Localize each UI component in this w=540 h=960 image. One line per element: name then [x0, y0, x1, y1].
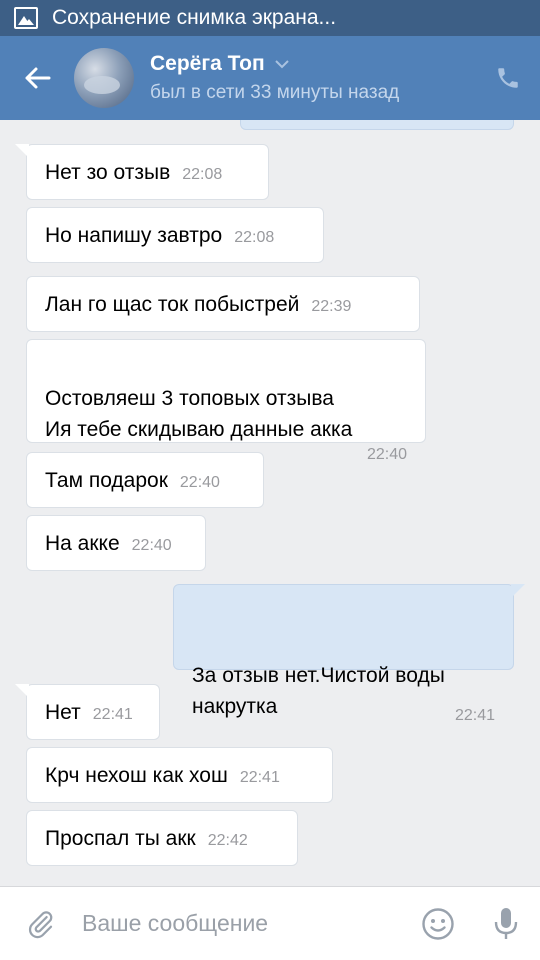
screenshot-image-icon: [14, 7, 38, 29]
message-text: Нет зо отзыв: [45, 161, 171, 184]
message-bubble-partial: [240, 120, 514, 130]
message-text: Остовляеш 3 топовых отзыва Ия тебе скиды…: [45, 387, 353, 441]
chevron-down-icon: [274, 59, 289, 68]
message-bubble[interactable]: Лан го щас ток побыстрей 22:39: [26, 276, 420, 332]
message-time: 22:08: [234, 229, 275, 246]
message-text: Лан го щас ток побыстрей: [45, 293, 300, 316]
message-text: На акке: [45, 532, 120, 555]
chat-title-area[interactable]: Серёга Топ был в сети 33 минуты назад: [150, 52, 476, 104]
message-time: 22:40: [131, 537, 172, 554]
phone-icon: [498, 68, 518, 88]
microphone-button[interactable]: [472, 887, 540, 960]
message-time: 22:08: [182, 166, 223, 183]
message-text: Проспал ты акк: [45, 827, 196, 850]
message-bubble[interactable]: Крч нехош как хош 22:41: [26, 747, 333, 803]
microphone-icon: [494, 907, 518, 939]
avatar[interactable]: [74, 48, 134, 108]
message-text: Крч нехош как хош: [45, 764, 228, 787]
call-button[interactable]: [476, 36, 540, 120]
message-text: Нет: [45, 701, 81, 724]
message-time: 22:39: [311, 298, 352, 315]
message-bubble-outgoing[interactable]: За отзыв нет.Чистой воды накрутка 22:41: [173, 584, 525, 724]
message-bubble[interactable]: Нет зо отзыв 22:08: [15, 144, 269, 200]
smiley-icon: [422, 907, 454, 940]
message-time: 22:40: [179, 474, 220, 491]
message-bubble[interactable]: Нет 22:41: [15, 684, 160, 740]
contact-name: Серёга Топ: [150, 52, 265, 75]
message-bubble[interactable]: Но напишу завтро 22:08: [26, 207, 324, 263]
message-time: 22:42: [207, 832, 248, 849]
message-time: 22:41: [239, 769, 280, 786]
arrow-left-icon: [25, 67, 51, 89]
emoji-button[interactable]: [404, 887, 472, 960]
message-bubble[interactable]: Проспал ты акк 22:42: [26, 810, 298, 866]
message-bubble[interactable]: Там подарок 22:40: [26, 452, 264, 508]
message-bubble[interactable]: На акке 22:40: [26, 515, 206, 571]
last-seen-status: был в сети 33 минуты назад: [150, 82, 400, 103]
status-bar: Сохранение снимка экрана...: [0, 0, 540, 36]
chat-header: Серёга Топ был в сети 33 минуты назад: [0, 36, 540, 120]
message-bubble[interactable]: Остовляеш 3 топовых отзыва Ия тебе скиды…: [26, 339, 426, 463]
message-composer: [0, 886, 540, 960]
paperclip-icon: [28, 910, 53, 938]
message-list[interactable]: Нет зо отзыв 22:08 Но напишу завтро 22:08 …: [0, 120, 540, 886]
status-text: Сохранение снимка экрана...: [52, 6, 337, 29]
message-text: Там подарок: [45, 469, 168, 492]
message-time: 22:41: [92, 706, 133, 723]
message-text: Но напишу завтро: [45, 224, 223, 247]
back-button[interactable]: [0, 36, 74, 120]
message-input[interactable]: [82, 910, 404, 937]
attach-button[interactable]: [0, 887, 82, 960]
